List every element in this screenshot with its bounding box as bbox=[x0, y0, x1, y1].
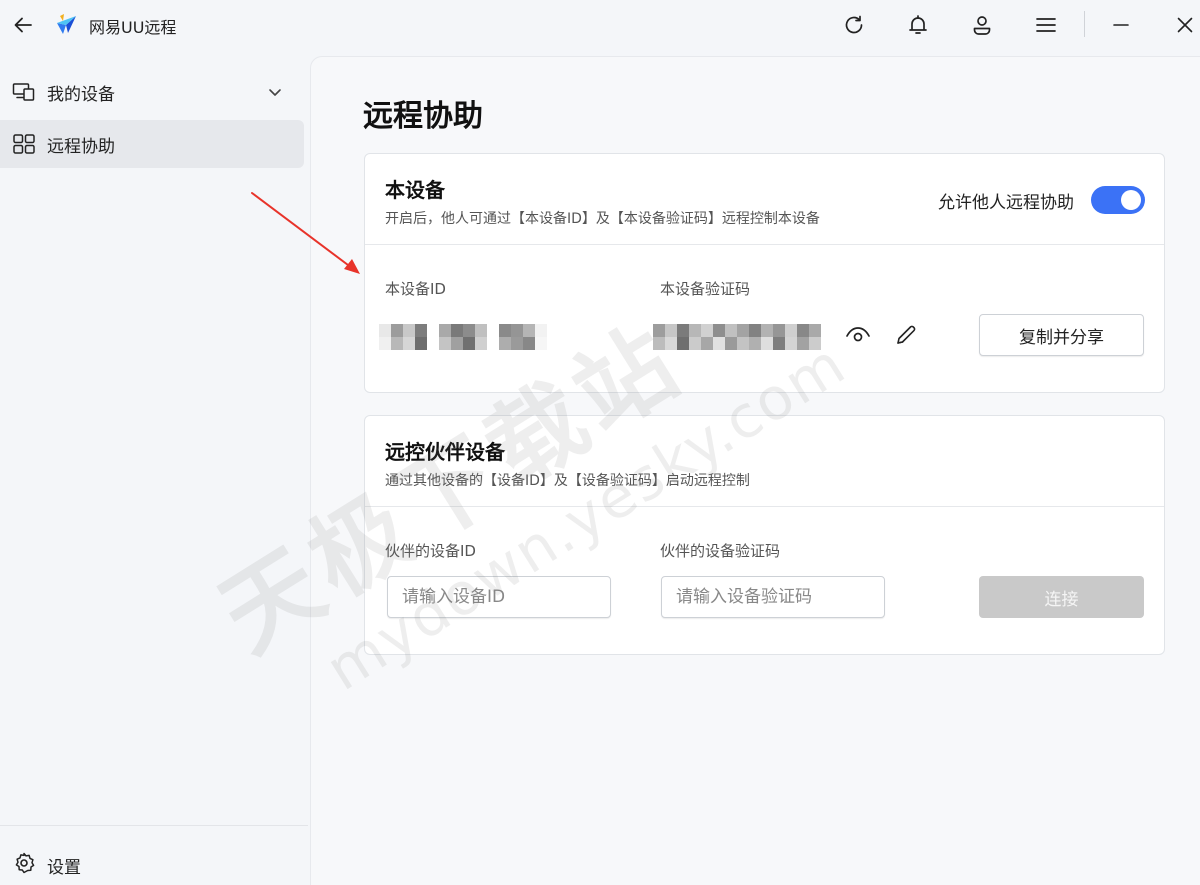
gear-icon bbox=[12, 851, 36, 879]
eye-icon[interactable] bbox=[843, 320, 873, 350]
device-id-masked bbox=[379, 324, 547, 350]
connect-button[interactable]: 连接 bbox=[979, 576, 1144, 618]
edit-pencil-icon[interactable] bbox=[891, 320, 921, 350]
this-device-description: 开启后，他人可通过【本设备ID】及【本设备验证码】远程控制本设备 bbox=[385, 211, 820, 227]
devices-icon bbox=[12, 80, 36, 104]
bell-icon[interactable] bbox=[905, 12, 931, 38]
device-id-label: 本设备ID bbox=[385, 280, 446, 298]
toggle-knob bbox=[1121, 190, 1141, 210]
partner-device-code-input[interactable] bbox=[661, 576, 885, 618]
this-device-card: 本设备 开启后，他人可通过【本设备ID】及【本设备验证码】远程控制本设备 允许他… bbox=[364, 153, 1165, 393]
grid-icon bbox=[12, 132, 36, 156]
allow-remote-assist-label: 允许他人远程协助 bbox=[938, 193, 1074, 213]
title-bar: 网易UU远程 bbox=[0, 0, 1200, 50]
app-logo-icon bbox=[54, 12, 78, 36]
sidebar: 我的设备 远程协助 设置 bbox=[0, 56, 308, 885]
user-icon[interactable] bbox=[969, 12, 995, 38]
titlebar-divider bbox=[1084, 11, 1085, 37]
partner-device-title: 远控伙伴设备 bbox=[385, 440, 505, 464]
partner-code-label: 伙伴的设备验证码 bbox=[660, 542, 781, 560]
this-device-card-header: 本设备 开启后，他人可通过【本设备ID】及【本设备验证码】远程控制本设备 允许他… bbox=[365, 154, 1164, 245]
close-icon[interactable] bbox=[1172, 12, 1198, 38]
page-title: 远程协助 bbox=[363, 99, 483, 134]
refresh-icon[interactable] bbox=[841, 12, 867, 38]
sidebar-item-remote-assist[interactable]: 远程协助 bbox=[0, 120, 304, 168]
back-arrow-icon[interactable] bbox=[10, 12, 36, 38]
sidebar-item-label: 我的设备 bbox=[47, 84, 115, 105]
settings-label: 设置 bbox=[47, 857, 81, 878]
allow-remote-assist-toggle[interactable] bbox=[1091, 186, 1145, 214]
partner-id-label: 伙伴的设备ID bbox=[385, 542, 476, 560]
sidebar-item-label: 远程协助 bbox=[47, 136, 115, 157]
partner-device-description: 通过其他设备的【设备ID】及【设备验证码】启动远程控制 bbox=[385, 473, 750, 489]
sidebar-divider bbox=[0, 825, 308, 826]
settings-button[interactable]: 设置 bbox=[12, 851, 81, 879]
partner-device-card-header: 远控伙伴设备 通过其他设备的【设备ID】及【设备验证码】启动远程控制 bbox=[365, 416, 1164, 507]
partner-device-id-input[interactable] bbox=[387, 576, 611, 618]
chevron-down-icon[interactable] bbox=[264, 81, 286, 103]
this-device-title: 本设备 bbox=[385, 178, 445, 202]
sidebar-item-my-devices[interactable]: 我的设备 bbox=[0, 68, 304, 116]
main-panel: 远程协助 本设备 开启后，他人可通过【本设备ID】及【本设备验证码】远程控制本设… bbox=[310, 56, 1200, 885]
copy-and-share-button[interactable]: 复制并分享 bbox=[979, 314, 1144, 356]
minimize-icon[interactable] bbox=[1108, 12, 1134, 38]
device-code-masked bbox=[653, 324, 821, 350]
partner-device-card: 远控伙伴设备 通过其他设备的【设备ID】及【设备验证码】启动远程控制 伙伴的设备… bbox=[364, 415, 1165, 655]
device-code-label: 本设备验证码 bbox=[660, 280, 751, 298]
menu-icon[interactable] bbox=[1033, 12, 1059, 38]
app-title: 网易UU远程 bbox=[89, 18, 177, 37]
